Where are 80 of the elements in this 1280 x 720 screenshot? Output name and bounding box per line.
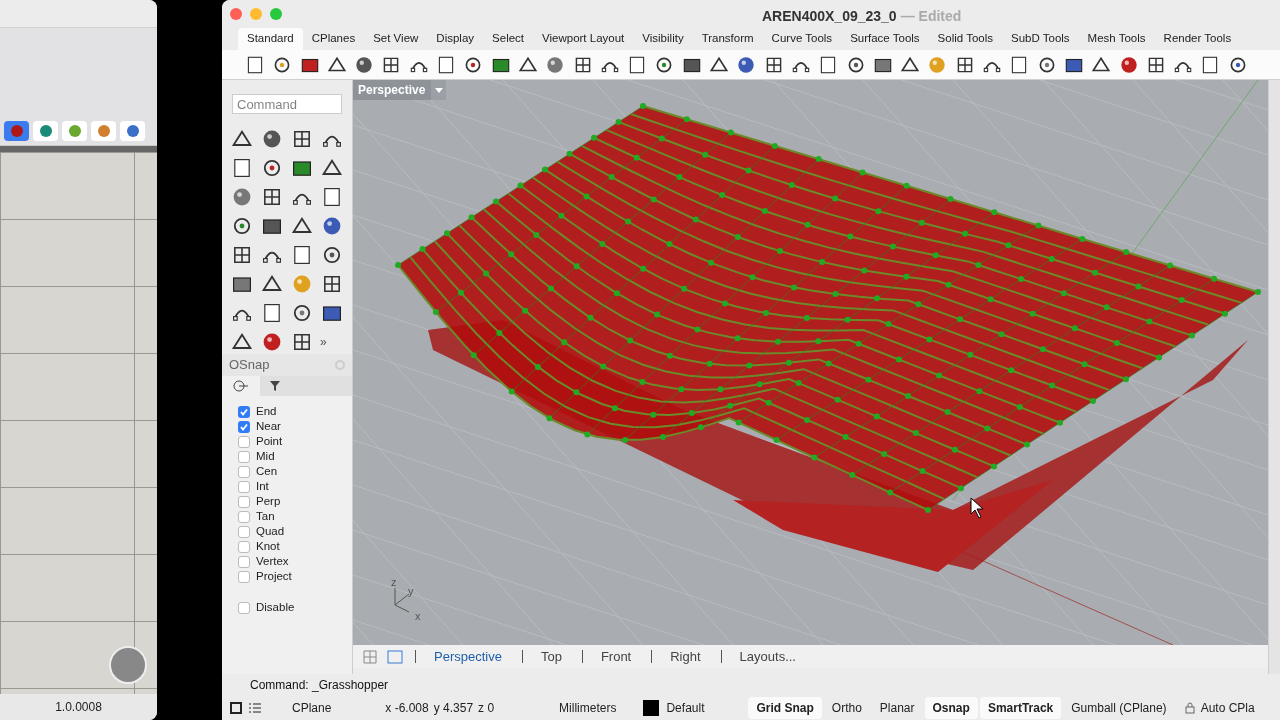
document-status: — Edited	[900, 7, 962, 26]
panel-toggle-icon[interactable]	[230, 702, 242, 714]
toolbar-tab[interactable]: Curve Tools	[762, 28, 842, 50]
checkbox[interactable]	[238, 405, 250, 418]
list-icon[interactable]	[248, 702, 262, 714]
viewport-tab[interactable]: Layouts...	[731, 646, 804, 667]
toolbar-tab[interactable]: Surface Tools	[841, 28, 929, 50]
status-toggle[interactable]: SmartTrack	[979, 697, 1062, 719]
toolbar-button[interactable]	[91, 121, 116, 141]
toolbar-tab[interactable]: Display	[427, 28, 484, 50]
command-field[interactable]: Command	[232, 94, 342, 114]
window-control-button[interactable]	[230, 8, 242, 20]
units-label[interactable]: Millimeters	[559, 699, 617, 717]
checkbox[interactable]	[238, 555, 250, 568]
version-text: 1.0.0008	[55, 699, 102, 716]
toolbar-tab[interactable]: CPlanes	[302, 28, 365, 50]
checkmark-icon	[239, 406, 249, 417]
sphere-icon	[67, 124, 82, 138]
coordinate-z: z 0	[478, 700, 495, 717]
toolbar-tab[interactable]: Visibility	[633, 28, 693, 50]
filter-icon	[269, 380, 281, 392]
checkbox[interactable]	[238, 450, 250, 463]
checkbox[interactable]	[238, 420, 250, 433]
layer-color-swatch[interactable]	[643, 700, 660, 716]
checkbox[interactable]	[238, 601, 250, 614]
panel-title: OSnap	[229, 356, 270, 375]
window-title: AREN400X_09_23_0	[762, 7, 897, 26]
sphere-icon	[38, 124, 53, 138]
viewport-tab[interactable]: Top	[532, 646, 570, 667]
status-toggle[interactable]: Grid Snap	[748, 697, 822, 719]
toolbar-tab[interactable]: Select	[483, 28, 534, 50]
viewport-tab[interactable]: Perspective	[426, 646, 510, 667]
toolbar-tab[interactable]: Set View	[364, 28, 428, 50]
status-toggle[interactable]: Gumball (CPlane)	[1063, 697, 1175, 719]
toolbar-tab[interactable]: Mesh Tools	[1078, 28, 1155, 50]
viewport-tab[interactable]: Front	[592, 646, 640, 667]
checkbox[interactable]	[238, 510, 250, 523]
snap-icon	[233, 380, 249, 392]
checkmark-icon	[239, 421, 249, 432]
toolbar-button[interactable]	[62, 121, 87, 141]
toolbar-tab[interactable]: Render Tools	[1154, 28, 1241, 50]
more-tools-button[interactable]: »	[320, 330, 344, 354]
status-toggle[interactable]: Planar	[871, 697, 923, 719]
toolbar-tab[interactable]: Viewport Layout	[533, 28, 634, 50]
layer-label[interactable]: Default	[666, 699, 705, 717]
toolbar-tab[interactable]: Transform	[692, 28, 763, 50]
navigation-dial-icon[interactable]	[109, 646, 147, 684]
toolbar-tab[interactable]: Solid Tools	[928, 28, 1002, 50]
sphere-icon	[9, 124, 24, 138]
cplane-label[interactable]: CPlane	[292, 699, 332, 717]
axis-label: z	[391, 575, 397, 590]
checkbox[interactable]	[238, 570, 250, 583]
sphere-icon	[96, 124, 111, 138]
toolbar-tab[interactable]: SubD Tools	[1002, 28, 1079, 50]
toolbar-tab[interactable]: Standard	[238, 28, 303, 50]
checkbox[interactable]	[238, 465, 250, 478]
axis-icon	[394, 587, 410, 613]
status-toggle[interactable]: Osnap	[924, 697, 978, 719]
checkbox[interactable]	[238, 540, 250, 553]
viewport-tab[interactable]: Right	[662, 646, 709, 667]
sphere-icon	[125, 124, 140, 138]
checkbox[interactable]	[238, 495, 250, 508]
axis-label: y	[408, 584, 414, 599]
cursor-icon	[970, 497, 984, 519]
toolbar-button[interactable]	[33, 121, 58, 141]
coordinate-y: y 4.357	[433, 700, 474, 717]
caret-icon[interactable]	[434, 87, 443, 93]
checkbox-label[interactable]: Disable	[256, 598, 295, 617]
checkbox[interactable]	[238, 525, 250, 538]
toolbar-button[interactable]	[4, 121, 29, 141]
toolbar-button[interactable]	[120, 121, 145, 141]
panel-tab[interactable]	[222, 376, 260, 396]
checkbox[interactable]	[238, 480, 250, 493]
checkbox[interactable]	[238, 435, 250, 448]
status-toggle[interactable]: Auto CPla	[1200, 699, 1255, 717]
lock-icon[interactable]	[1184, 702, 1195, 714]
command-history: Command: _Grasshopper	[250, 677, 389, 694]
axis-label: x	[415, 609, 421, 624]
coordinate-x: x -6.008	[385, 700, 429, 717]
status-toggle[interactable]: Ortho	[823, 697, 870, 719]
